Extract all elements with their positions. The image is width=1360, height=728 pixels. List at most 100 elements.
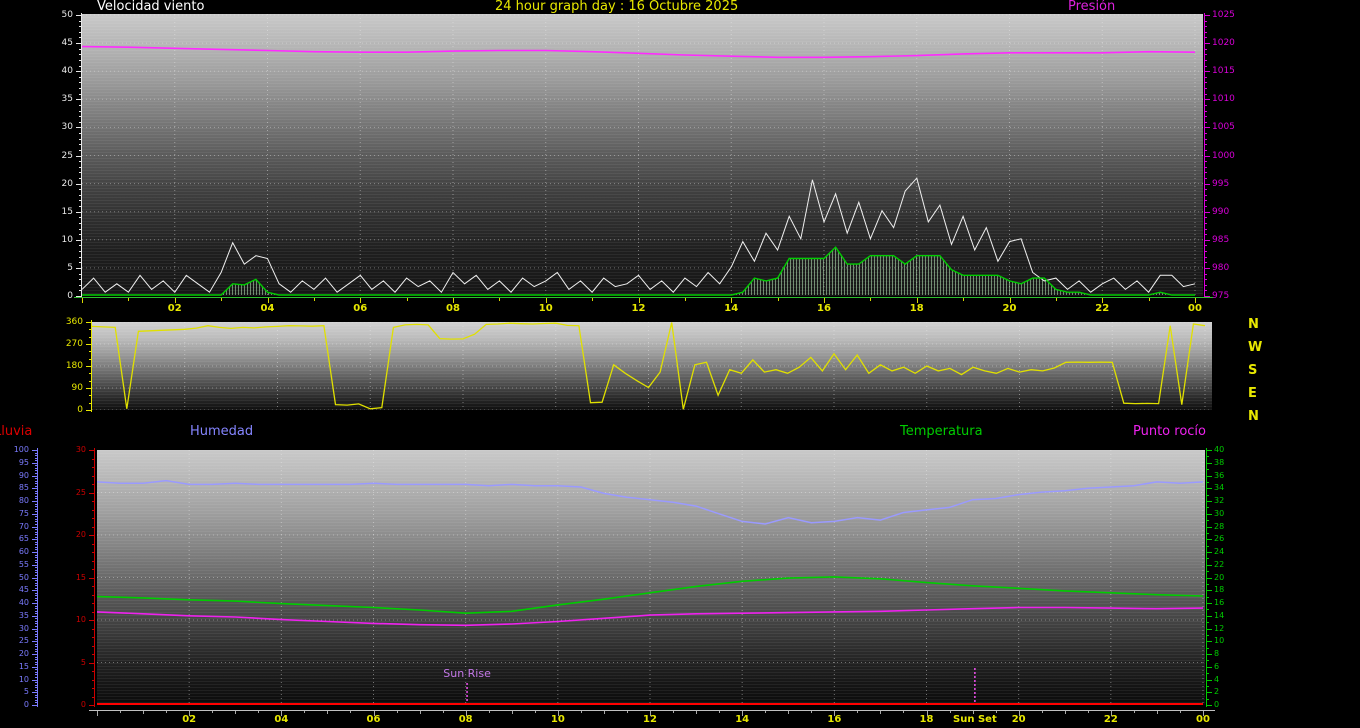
pressure-tick bbox=[1205, 217, 1207, 218]
wind-speed-tick-label: 35 bbox=[39, 94, 73, 104]
wind-speed-tick bbox=[79, 116, 81, 117]
temperature-tick bbox=[1207, 667, 1212, 668]
hour-tick bbox=[811, 711, 812, 713]
rain-tick-label: 10 bbox=[52, 615, 86, 625]
rain-tick-label: 5 bbox=[52, 658, 86, 668]
pressure-tick bbox=[1205, 156, 1210, 157]
rain-label: Lluvia bbox=[0, 425, 32, 439]
temperature-tick bbox=[1207, 558, 1209, 559]
humidity-tick bbox=[35, 504, 37, 505]
pressure-tick bbox=[1205, 133, 1207, 134]
hour-tick bbox=[778, 298, 779, 301]
pressure-tick bbox=[1205, 111, 1207, 112]
rain-tick bbox=[92, 467, 94, 468]
humidity-tick bbox=[35, 600, 37, 601]
hour-tick bbox=[1180, 711, 1181, 713]
rain-tick bbox=[92, 459, 94, 460]
pressure-tick bbox=[1205, 268, 1210, 269]
humidity-tick-label: 65 bbox=[0, 534, 29, 544]
pressure-tick bbox=[1205, 195, 1207, 196]
humidity-tick bbox=[35, 516, 37, 517]
pressure-tick bbox=[1205, 257, 1207, 258]
humidity-tick bbox=[35, 544, 37, 545]
wind-direction-tick bbox=[89, 351, 91, 352]
pressure-tick bbox=[1205, 223, 1207, 224]
humidity-tick bbox=[35, 458, 37, 459]
humidity-tick bbox=[35, 695, 37, 696]
hour-tick-label: 22 bbox=[1104, 714, 1118, 725]
rain-tick bbox=[92, 595, 94, 596]
temperature-tick-label: 16 bbox=[1214, 598, 1248, 608]
hour-tick-label: 02 bbox=[168, 303, 182, 314]
wind-speed-tick bbox=[79, 161, 81, 162]
temperature-tick-label: 6 bbox=[1214, 662, 1248, 672]
pressure-tick bbox=[1205, 262, 1207, 263]
pressure-tick bbox=[1205, 184, 1210, 185]
wind-direction-tick-label: 0 bbox=[49, 405, 83, 415]
temperature-tick bbox=[1207, 648, 1209, 649]
hour-tick bbox=[996, 711, 997, 713]
temperature-tick bbox=[1207, 456, 1209, 457]
humidity-tick bbox=[32, 692, 37, 693]
humidity-tick bbox=[35, 567, 37, 568]
humidity-tick bbox=[35, 562, 37, 563]
wind-speed-tick-label: 5 bbox=[39, 263, 73, 273]
wind-speed-tick bbox=[79, 26, 81, 27]
humidity-tick bbox=[35, 634, 37, 635]
pressure-tick-label: 980 bbox=[1212, 263, 1246, 273]
hour-tick bbox=[950, 711, 951, 713]
rain-tick bbox=[89, 620, 94, 621]
temperature-tick-label: 4 bbox=[1214, 675, 1248, 685]
rain-tick bbox=[92, 688, 94, 689]
temperature-tick bbox=[1207, 476, 1212, 477]
hour-tick-label: 20 bbox=[1003, 303, 1017, 314]
hour-tick bbox=[696, 711, 697, 714]
humidity-tick bbox=[35, 682, 37, 683]
wind-speed-tick-label: 0 bbox=[39, 291, 73, 301]
temperature-tick bbox=[1207, 450, 1212, 451]
humidity-tick bbox=[32, 552, 37, 553]
pressure-tick bbox=[1205, 139, 1207, 140]
wind-speed-tick bbox=[76, 43, 81, 44]
humidity-tick-label: 35 bbox=[0, 611, 29, 621]
pressure-tick-label: 1010 bbox=[1212, 94, 1246, 104]
pressure-tick-label: 985 bbox=[1212, 235, 1246, 245]
rain-tick bbox=[92, 603, 94, 604]
humidity-tick-label: 20 bbox=[0, 649, 29, 659]
wind-speed-title: Velocidad viento bbox=[97, 0, 204, 14]
wind-speed-tick bbox=[79, 245, 81, 246]
pressure-tick bbox=[1205, 150, 1207, 151]
temperature-tick bbox=[1207, 501, 1212, 502]
temperature-tick bbox=[1207, 692, 1212, 693]
pressure-tick bbox=[1205, 49, 1207, 50]
humidity-tick bbox=[35, 478, 37, 479]
humidity-tick bbox=[35, 529, 37, 530]
humidity-tick bbox=[32, 616, 37, 617]
humidity-tick bbox=[32, 590, 37, 591]
rain-tick bbox=[92, 552, 94, 553]
humidity-tick bbox=[32, 539, 37, 540]
humidity-tick bbox=[35, 493, 37, 494]
wind-speed-tick-label: 25 bbox=[39, 151, 73, 161]
wind-direction-tick bbox=[86, 388, 91, 389]
pressure-title: Presión bbox=[1068, 0, 1115, 14]
humidity-tick bbox=[32, 578, 37, 579]
pressure-tick bbox=[1205, 161, 1207, 162]
temperature-tick-label: 18 bbox=[1214, 585, 1248, 595]
rain-tick bbox=[92, 654, 94, 655]
temperature-tick-label: 32 bbox=[1214, 496, 1248, 506]
humidity-tick bbox=[35, 572, 37, 573]
humidity-tick bbox=[35, 697, 37, 698]
hour-tick bbox=[880, 711, 881, 714]
hour-tick-label: 08 bbox=[459, 714, 473, 725]
rain-tick bbox=[92, 510, 94, 511]
hour-tick bbox=[685, 298, 686, 301]
rain-tick bbox=[89, 578, 94, 579]
humidity-tick-label: 40 bbox=[0, 598, 29, 608]
temperature-tick-label: 12 bbox=[1214, 624, 1248, 634]
humidity-tick-label: 10 bbox=[0, 675, 29, 685]
pressure-tick bbox=[1205, 144, 1207, 145]
pressure-tick bbox=[1205, 279, 1207, 280]
hour-tick-label: 16 bbox=[817, 303, 831, 314]
pressure-tick bbox=[1205, 206, 1207, 207]
